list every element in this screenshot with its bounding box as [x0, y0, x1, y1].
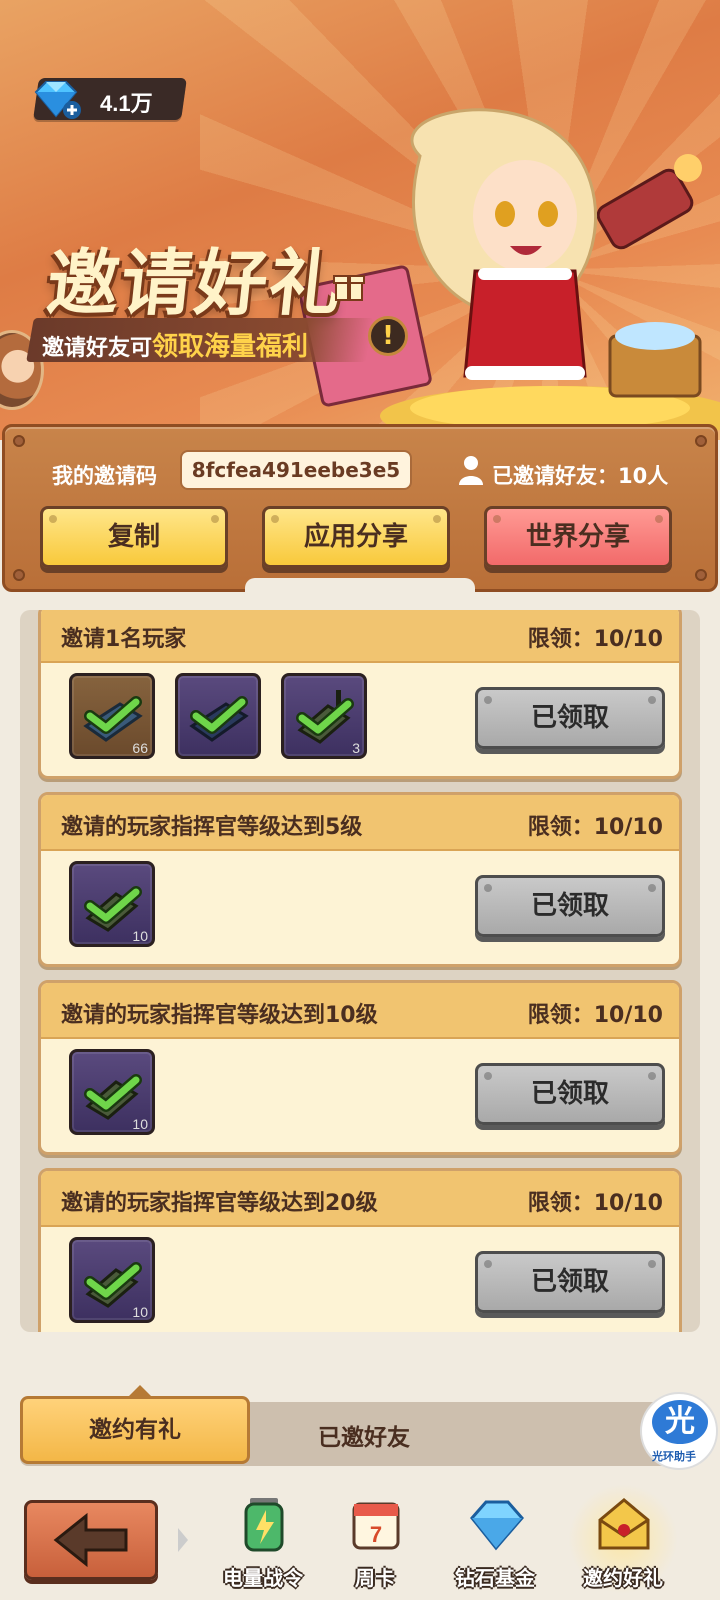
- diamond-plus-icon[interactable]: [30, 78, 82, 122]
- claimed-button-label: 已领取: [530, 703, 609, 733]
- task-card: 邀请的玩家指挥官等级达到5级 限领：10/10 10 已领取: [38, 792, 682, 967]
- world-share-button-label: 世界分享: [525, 522, 630, 552]
- gift-icon: [333, 275, 365, 301]
- world-share-button[interactable]: 世界分享: [484, 506, 672, 568]
- info-exclaim-icon[interactable]: !: [368, 316, 408, 356]
- claimed-button[interactable]: 已领取: [475, 1251, 665, 1313]
- task-limit: 限领：10/10: [527, 1191, 663, 1216]
- nav-label: 周卡: [355, 1566, 395, 1590]
- copy-button-label: 复制: [107, 522, 160, 552]
- calendar-badge: 7: [370, 1522, 382, 1547]
- nav-label: 邀约好礼: [583, 1566, 663, 1590]
- user-icon: [459, 456, 483, 485]
- nav-separator: [178, 1528, 188, 1552]
- item-count: 10: [132, 1304, 148, 1320]
- claimed-button[interactable]: 已领取: [475, 687, 665, 749]
- nav-label: 电量战令: [223, 1566, 303, 1590]
- claimed-button-label: 已领取: [530, 1267, 609, 1297]
- task-limit: 限领：10/10: [527, 627, 663, 652]
- task-title: 邀请的玩家指挥官等级达到20级: [61, 1191, 378, 1216]
- bag-reward-icon: [189, 696, 249, 742]
- panel-screw: [695, 435, 707, 447]
- halo-helper-icon[interactable]: 光: [652, 1400, 708, 1444]
- reward-item[interactable]: [175, 673, 261, 759]
- reward-item[interactable]: 66: [69, 673, 155, 759]
- diamond-icon: [470, 1500, 524, 1551]
- banner-subtitle: 邀请好友可领取海量福利: [42, 326, 308, 363]
- task-title: 邀请的玩家指挥官等级达到5级: [61, 815, 363, 840]
- claimed-button-label: 已领取: [530, 891, 609, 921]
- item-count: 10: [132, 928, 148, 944]
- subtitle-prefix: 邀请好友可: [42, 336, 153, 361]
- calendar-icon: 7: [352, 1502, 400, 1550]
- nav-label: 钻石基金: [455, 1566, 535, 1590]
- reward-item[interactable]: 10: [69, 1237, 155, 1323]
- invite-code-label: 我的邀请码: [52, 464, 157, 488]
- nav-diamond-fund[interactable]: 钻石基金: [440, 1490, 550, 1600]
- nav-invite-gift[interactable]: 邀约好礼: [568, 1490, 678, 1600]
- panel-notch: [245, 578, 475, 592]
- claimed-button[interactable]: 已领取: [475, 1063, 665, 1125]
- panel-screw: [13, 569, 25, 581]
- invite-code-field[interactable]: 8fcfea491eebe3e5: [180, 450, 412, 490]
- invited-friends-count: 已邀请好友：10人: [492, 464, 669, 488]
- subtitle-highlight: 领取海量福利: [152, 332, 309, 362]
- task-limit: 限领：10/10: [527, 1003, 663, 1028]
- reward-item[interactable]: 10: [69, 861, 155, 947]
- panel-screw: [695, 569, 707, 581]
- claimed-button[interactable]: 已领取: [475, 875, 665, 937]
- tab-invite-rewards-label: 邀约有礼: [89, 1417, 181, 1443]
- task-header: 邀请的玩家指挥官等级达到10级 限领：10/10: [41, 983, 679, 1039]
- currency-value: 4.1万: [100, 91, 153, 116]
- item-count: 10: [132, 1116, 148, 1132]
- nav-weekly-card[interactable]: 7 周卡: [320, 1490, 430, 1600]
- hero-character-illustration: [300, 108, 720, 436]
- phone-reward-icon: [296, 690, 354, 744]
- copy-button[interactable]: 复制: [40, 506, 228, 568]
- tab-invited-friends[interactable]: 已邀好友: [318, 1418, 410, 1452]
- panel-screw: [13, 435, 25, 447]
- claimed-button-label: 已领取: [530, 1079, 609, 1109]
- task-title: 邀请1名玩家: [61, 627, 187, 652]
- back-arrow-icon[interactable]: [52, 1512, 132, 1568]
- task-header: 邀请的玩家指挥官等级达到20级 限领：10/10: [41, 1171, 679, 1227]
- task-card: 邀请的玩家指挥官等级达到20级 限领：10/10 10 已领取: [38, 1168, 682, 1332]
- task-header: 邀请1名玩家 限领：10/10: [41, 610, 679, 663]
- reward-item[interactable]: 3: [281, 673, 367, 759]
- halo-helper-label: 光环助手: [652, 1450, 696, 1463]
- app-share-button[interactable]: 应用分享: [262, 506, 450, 568]
- reward-item[interactable]: 10: [69, 1049, 155, 1135]
- task-card: 邀请的玩家指挥官等级达到10级 限领：10/10 10 已领取: [38, 980, 682, 1155]
- item-count: 66: [132, 740, 148, 756]
- nav-battery-pass[interactable]: 电量战令: [208, 1490, 318, 1600]
- task-limit: 限领：10/10: [527, 815, 663, 840]
- item-count: 3: [352, 740, 360, 756]
- app-share-button-label: 应用分享: [303, 522, 408, 552]
- task-card: 邀请1名玩家 限领：10/10 66 3 已领取: [38, 610, 682, 779]
- battery-icon: [244, 1498, 284, 1552]
- envelope-icon: [598, 1498, 650, 1550]
- banner-title: 邀请好礼: [42, 241, 348, 325]
- task-list[interactable]: 邀请1名玩家 限领：10/10 66 3 已领取 邀请的玩家指挥官等级达到5级 …: [20, 610, 700, 1332]
- task-title: 邀请的玩家指挥官等级达到10级: [61, 1003, 378, 1028]
- tab-invite-rewards[interactable]: 邀约有礼: [20, 1385, 250, 1464]
- task-header: 邀请的玩家指挥官等级达到5级 限领：10/10: [41, 795, 679, 851]
